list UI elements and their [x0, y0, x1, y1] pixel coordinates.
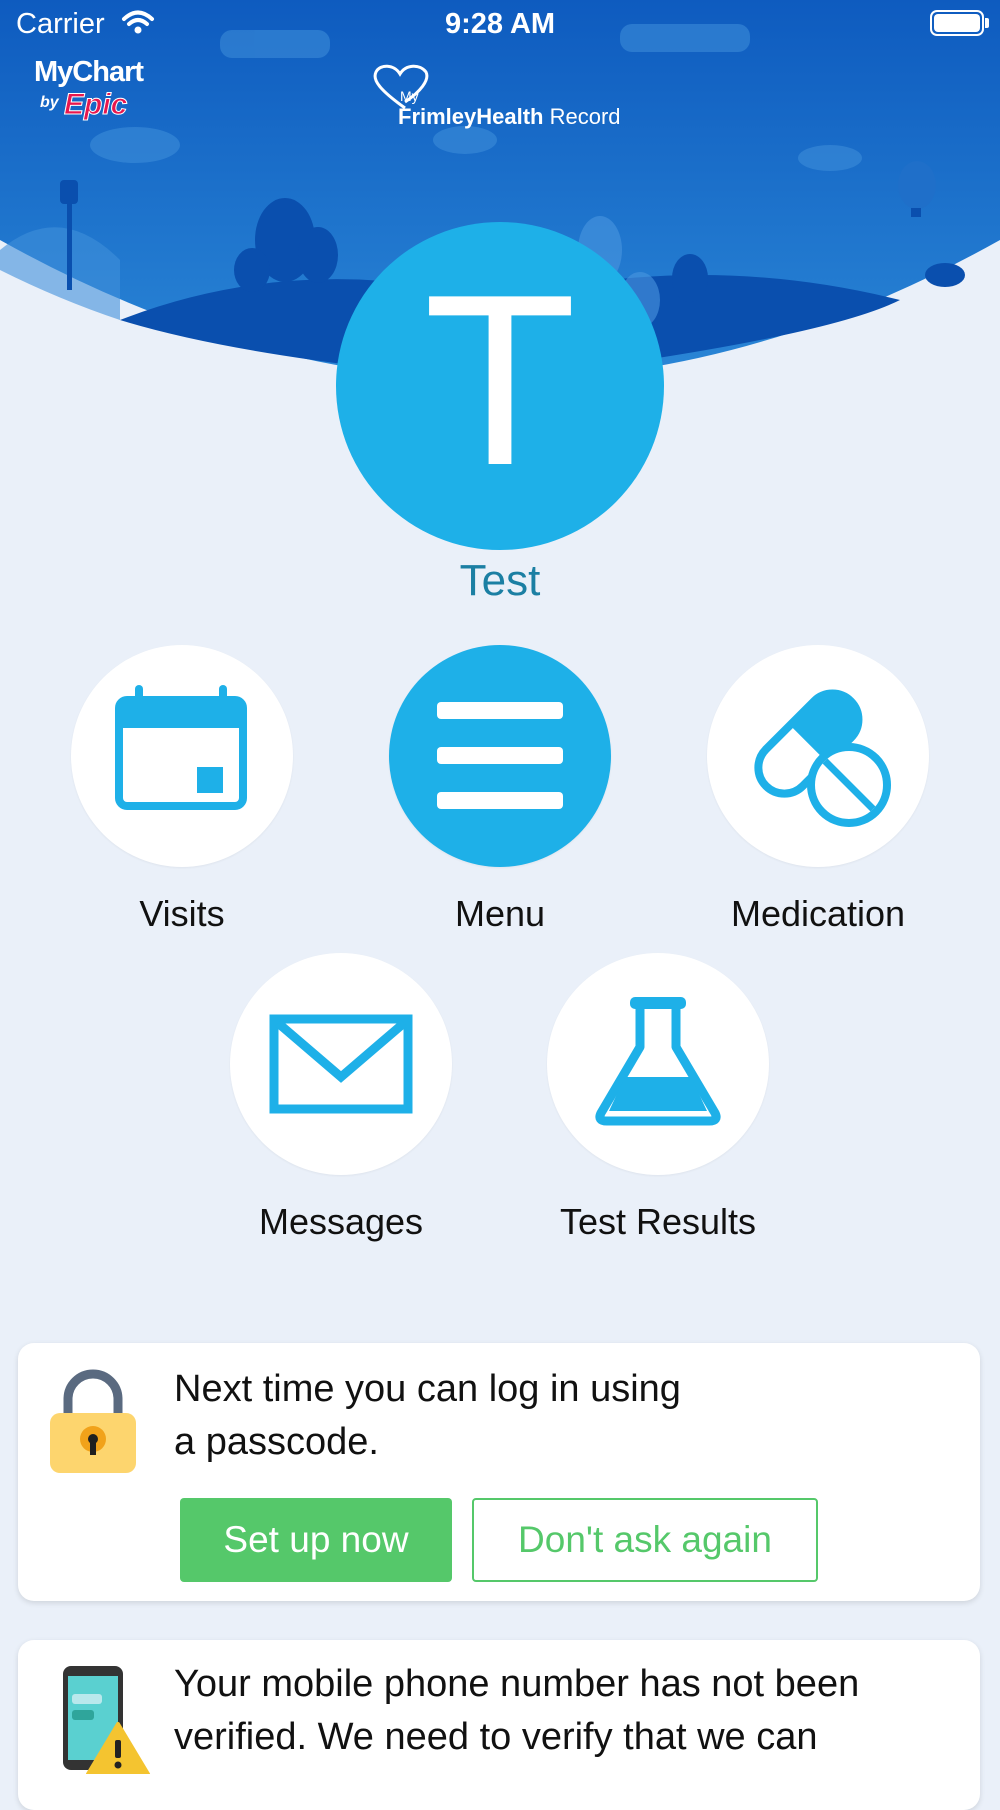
passcode-message-line1: Next time you can log in using	[174, 1368, 681, 1410]
mychart-text: MyChart	[34, 56, 144, 88]
org-logo-name: FrimleyHealth Record	[398, 104, 621, 130]
dont-ask-again-button[interactable]: Don't ask again	[472, 1498, 818, 1582]
passcode-card: Next time you can log in using a passcod…	[18, 1343, 980, 1601]
shortcut-medication[interactable]: Medication	[688, 645, 948, 935]
visits-label: Visits	[139, 893, 225, 934]
calendar-icon	[115, 685, 247, 810]
menu-circle[interactable]	[389, 645, 611, 867]
avatar-initial: T	[429, 252, 571, 519]
passcode-message: Next time you can log in using a passcod…	[174, 1363, 681, 1469]
battery-tip	[985, 18, 989, 28]
phone-message-line1: Your mobile phone number has not been	[174, 1663, 860, 1705]
org-logo-my: My	[400, 88, 419, 104]
medication-circle[interactable]	[707, 645, 929, 867]
medication-label: Medication	[730, 893, 906, 934]
pills-icon	[754, 689, 891, 827]
messages-circle[interactable]	[230, 953, 452, 1175]
org-logo-regular: Record	[543, 104, 621, 129]
phone-message-line2: verified. We need to verify that we can	[174, 1716, 818, 1758]
menu-icon	[437, 702, 563, 809]
shortcut-menu[interactable]: Menu	[370, 645, 630, 935]
status-bar: Carrier 9:28 AM	[0, 0, 1000, 50]
envelope-icon	[269, 1014, 413, 1114]
shortcut-messages[interactable]: Messages	[211, 953, 471, 1243]
padlock-icon	[50, 1369, 136, 1473]
messages-label: Messages	[258, 1201, 424, 1242]
test-results-circle[interactable]	[547, 953, 769, 1175]
user-name: Test	[459, 556, 541, 605]
org-logo-bold: FrimleyHealth	[398, 104, 544, 129]
visits-circle[interactable]	[71, 645, 293, 867]
phone-warning-icon	[63, 1666, 150, 1774]
test-results-label: Test Results	[559, 1201, 757, 1242]
battery-icon	[930, 10, 984, 36]
shortcut-visits[interactable]: Visits	[52, 645, 312, 935]
phone-verification-message: Your mobile phone number has not been ve…	[174, 1658, 859, 1764]
avatar[interactable]: T	[336, 222, 664, 550]
menu-label: Menu	[454, 893, 546, 934]
clock: 9:28 AM	[444, 8, 556, 40]
passcode-message-line2: a passcode.	[174, 1421, 379, 1463]
set-up-now-button[interactable]: Set up now	[180, 1498, 452, 1582]
phone-verification-card[interactable]: Your mobile phone number has not been ve…	[18, 1640, 980, 1810]
shortcut-test-results[interactable]: Test Results	[528, 953, 788, 1243]
mychart-logo: MyChart by Epic	[34, 56, 154, 126]
mychart-by-text: by	[40, 94, 59, 111]
flask-icon	[595, 997, 721, 1126]
epic-text: Epic	[63, 88, 128, 122]
